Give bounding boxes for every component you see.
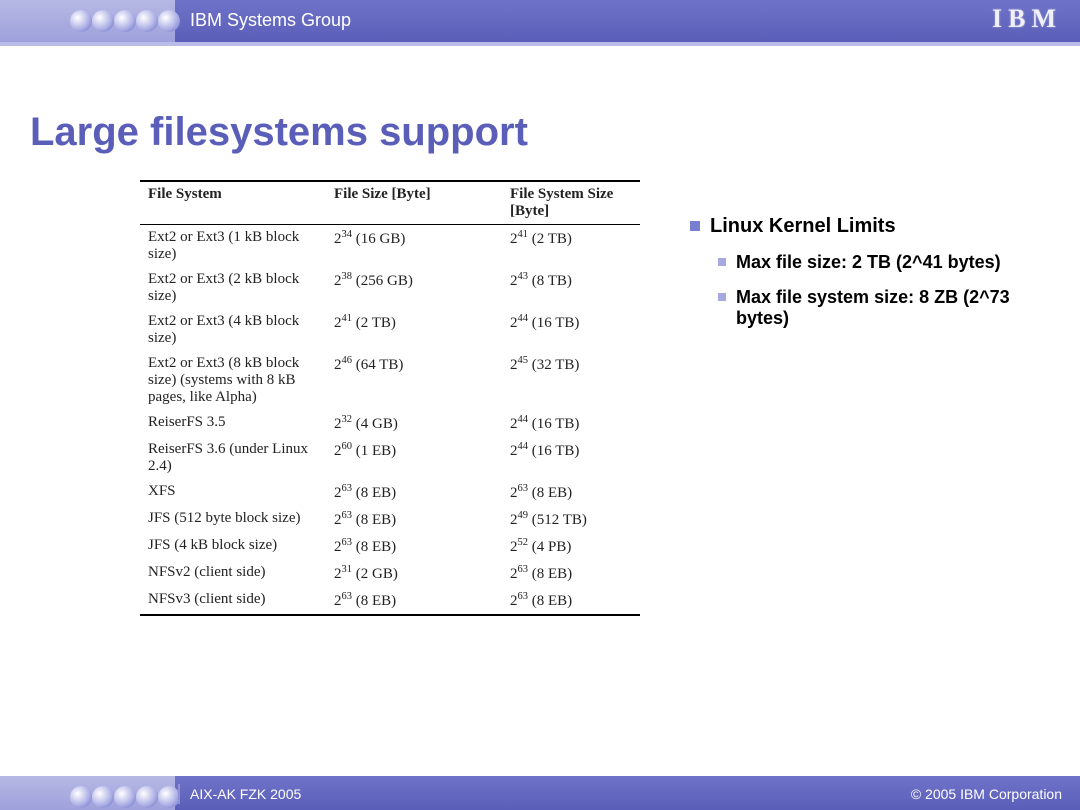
col-filesystem: File System <box>140 181 326 225</box>
bead-icon <box>158 776 180 810</box>
bead-icon <box>92 776 114 810</box>
table-row: NFSv3 (client side)263 (8 EB)263 (8 EB) <box>140 587 640 615</box>
cell-filesystem: JFS (4 kB block size) <box>140 533 326 560</box>
header-beads <box>70 0 180 42</box>
bullet-heading: Linux Kernel Limits <box>690 215 1050 238</box>
cell-filesystem: NFSv3 (client side) <box>140 587 326 615</box>
cell-fs-size: 244 (16 TB) <box>502 410 640 437</box>
cell-filesystem: Ext2 or Ext3 (8 kB block size) (systems … <box>140 351 326 410</box>
bead-icon <box>70 0 92 42</box>
table-row: Ext2 or Ext3 (2 kB block size)238 (256 G… <box>140 267 640 309</box>
bead-icon <box>92 0 114 42</box>
cell-fs-size: 243 (8 TB) <box>502 267 640 309</box>
footer-beads <box>70 776 180 810</box>
cell-fs-size: 263 (8 EB) <box>502 587 640 615</box>
table-row: ReiserFS 3.5232 (4 GB)244 (16 TB) <box>140 410 640 437</box>
bullet-item-text: Max file system size: 8 ZB (2^73 bytes) <box>736 287 1050 329</box>
cell-fs-size: 244 (16 TB) <box>502 437 640 479</box>
cell-filesize: 234 (16 GB) <box>326 225 502 268</box>
table-row: XFS263 (8 EB)263 (8 EB) <box>140 479 640 506</box>
cell-filesize: 241 (2 TB) <box>326 309 502 351</box>
header-underline <box>0 42 1080 46</box>
cell-fs-size: 241 (2 TB) <box>502 225 640 268</box>
header-group-label: IBM Systems Group <box>190 10 351 31</box>
cell-fs-size: 252 (4 PB) <box>502 533 640 560</box>
table-row: Ext2 or Ext3 (8 kB block size) (systems … <box>140 351 640 410</box>
cell-filesystem: JFS (512 byte block size) <box>140 506 326 533</box>
cell-filesystem: XFS <box>140 479 326 506</box>
cell-filesize: 231 (2 GB) <box>326 560 502 587</box>
bead-icon <box>114 0 136 42</box>
cell-filesystem: Ext2 or Ext3 (1 kB block size) <box>140 225 326 268</box>
table-row: JFS (4 kB block size)263 (8 EB)252 (4 PB… <box>140 533 640 560</box>
cell-filesize: 263 (8 EB) <box>326 479 502 506</box>
table-row: JFS (512 byte block size)263 (8 EB)249 (… <box>140 506 640 533</box>
cell-filesystem: ReiserFS 3.5 <box>140 410 326 437</box>
bullet-item: Max file size: 2 TB (2^41 bytes) <box>718 252 1050 273</box>
table-row: ReiserFS 3.6 (under Linux 2.4)260 (1 EB)… <box>140 437 640 479</box>
footer-left-text: AIX-AK FZK 2005 <box>190 786 301 802</box>
footer-separator <box>178 784 180 804</box>
col-fs-size: File System Size [Byte] <box>502 181 640 225</box>
square-bullet-icon <box>690 221 700 231</box>
table-row: Ext2 or Ext3 (1 kB block size)234 (16 GB… <box>140 225 640 268</box>
header-bar: IBM Systems Group IBM <box>0 0 1080 42</box>
cell-filesize: 260 (1 EB) <box>326 437 502 479</box>
cell-filesize: 238 (256 GB) <box>326 267 502 309</box>
col-filesize: File Size [Byte] <box>326 181 502 225</box>
bead-icon <box>136 0 158 42</box>
cell-filesystem: ReiserFS 3.6 (under Linux 2.4) <box>140 437 326 479</box>
cell-filesize: 263 (8 EB) <box>326 506 502 533</box>
page-title: Large filesystems support <box>30 110 528 155</box>
cell-fs-size: 245 (32 TB) <box>502 351 640 410</box>
table-row: Ext2 or Ext3 (4 kB block size)241 (2 TB)… <box>140 309 640 351</box>
cell-filesystem: NFSv2 (client side) <box>140 560 326 587</box>
ibm-logo: IBM <box>992 4 1062 34</box>
cell-filesize: 263 (8 EB) <box>326 587 502 615</box>
square-bullet-icon <box>718 293 726 301</box>
table-row: NFSv2 (client side)231 (2 GB)263 (8 EB) <box>140 560 640 587</box>
cell-fs-size: 263 (8 EB) <box>502 560 640 587</box>
bead-icon <box>114 776 136 810</box>
table-header-row: File System File Size [Byte] File System… <box>140 181 640 225</box>
cell-filesize: 263 (8 EB) <box>326 533 502 560</box>
cell-fs-size: 249 (512 TB) <box>502 506 640 533</box>
bead-icon <box>136 776 158 810</box>
cell-fs-size: 244 (16 TB) <box>502 309 640 351</box>
bead-icon <box>70 776 92 810</box>
footer-right-text: © 2005 IBM Corporation <box>911 786 1062 802</box>
bead-icon <box>158 0 180 42</box>
bullet-item: Max file system size: 8 ZB (2^73 bytes) <box>718 287 1050 329</box>
cell-filesize: 246 (64 TB) <box>326 351 502 410</box>
cell-filesystem: Ext2 or Ext3 (4 kB block size) <box>140 309 326 351</box>
kernel-limits: Linux Kernel Limits Max file size: 2 TB … <box>690 215 1050 343</box>
bullet-heading-text: Linux Kernel Limits <box>710 215 896 238</box>
footer-bar: AIX-AK FZK 2005 © 2005 IBM Corporation <box>0 776 1080 810</box>
cell-fs-size: 263 (8 EB) <box>502 479 640 506</box>
cell-filesystem: Ext2 or Ext3 (2 kB block size) <box>140 267 326 309</box>
cell-filesize: 232 (4 GB) <box>326 410 502 437</box>
filesystem-table: File System File Size [Byte] File System… <box>140 180 640 616</box>
bullet-item-text: Max file size: 2 TB (2^41 bytes) <box>736 252 1001 273</box>
slide: IBM Systems Group IBM Large filesystems … <box>0 0 1080 810</box>
square-bullet-icon <box>718 258 726 266</box>
